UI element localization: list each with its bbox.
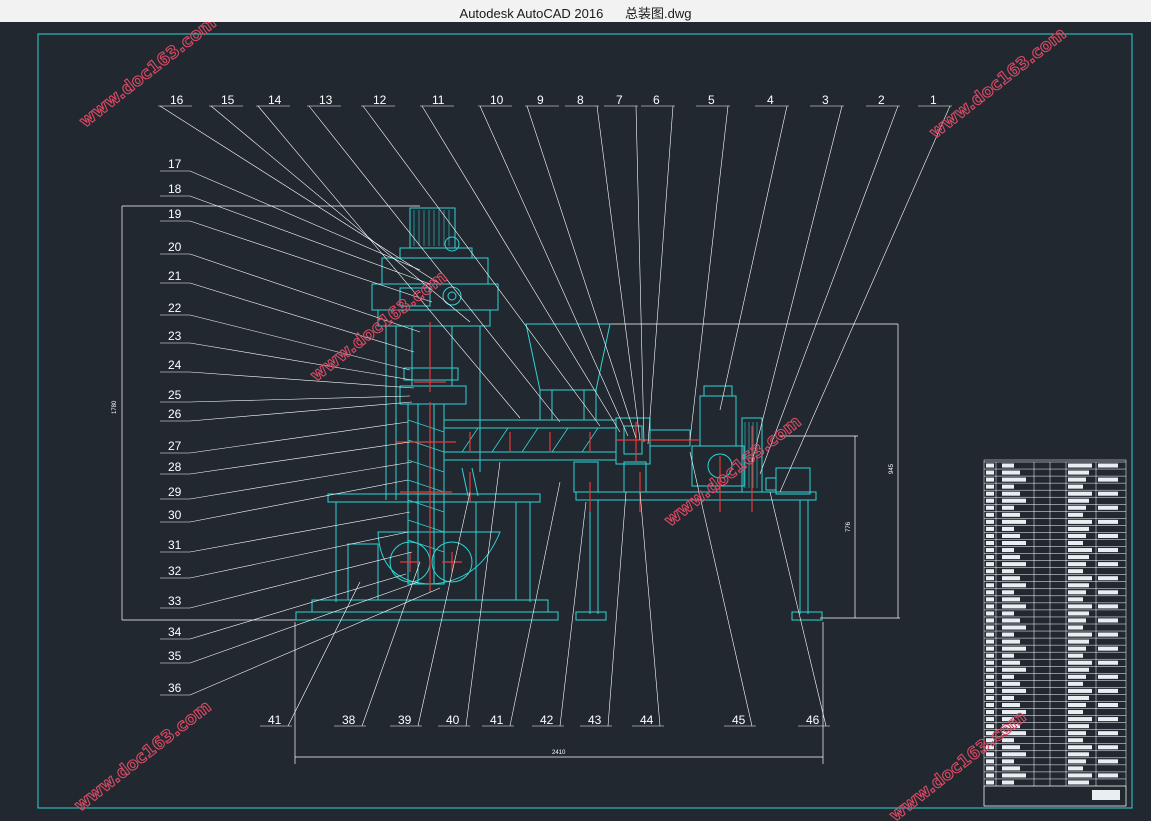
callout-42: 42 — [540, 713, 554, 727]
callout-1: 1 — [930, 93, 937, 107]
callout-36: 36 — [168, 681, 182, 695]
machine-assembly — [295, 207, 823, 621]
watermarks: www.doc163.com www.doc163.com www.doc163… — [70, 22, 1071, 821]
callout-43: 43 — [588, 713, 602, 727]
callout-8: 8 — [577, 93, 584, 107]
outer-border — [37, 33, 1133, 809]
watermark-5: www.doc163.com — [71, 697, 216, 816]
callout-29: 29 — [168, 485, 182, 499]
callout-16: 16 — [170, 93, 184, 107]
callout-33: 33 — [168, 594, 182, 608]
callout-21: 21 — [168, 269, 182, 283]
callout-11: 11 — [432, 93, 445, 107]
callout-44: 44 — [640, 713, 654, 727]
callout-39: 39 — [398, 713, 412, 727]
callout-45: 45 — [732, 713, 746, 727]
callout-34: 34 — [168, 625, 182, 639]
callout-20: 20 — [168, 240, 182, 254]
callout-35: 35 — [168, 649, 182, 663]
callout-27: 27 — [168, 439, 182, 453]
callout-41: 41 — [490, 713, 504, 727]
callout-14: 14 — [268, 93, 282, 107]
parts-list-table — [983, 459, 1127, 807]
callout-24: 24 — [168, 358, 182, 372]
callout-22: 22 — [168, 301, 182, 315]
file-name: 总装图.dwg — [624, 6, 692, 21]
callout-28: 28 — [168, 460, 182, 474]
callout-38: 38 — [342, 713, 356, 727]
callout-10: 10 — [490, 93, 504, 107]
callout-31: 31 — [168, 538, 182, 552]
app-title: Autodesk AutoCAD 2016 — [459, 6, 604, 21]
callout-25: 25 — [168, 388, 182, 402]
dim-overall-width: 2410 — [552, 750, 566, 756]
callout-5: 5 — [708, 93, 715, 107]
callout-19: 19 — [168, 207, 182, 221]
callout-18: 18 — [168, 182, 182, 196]
callout-40: 40 — [446, 713, 460, 727]
callout-23: 23 — [168, 329, 182, 343]
callout-12: 12 — [373, 93, 387, 107]
dim-right-height: 945 — [889, 463, 895, 474]
callout-9: 9 — [537, 93, 544, 107]
callout-2: 2 — [878, 93, 885, 107]
callout-7: 7 — [616, 93, 623, 107]
callout-32: 32 — [168, 564, 182, 578]
watermark-1: www.doc163.com — [76, 22, 221, 132]
dim-base-height: 776 — [846, 521, 852, 532]
callout-46: 46 — [806, 713, 820, 727]
window-title: Autodesk AutoCAD 2016 总装图.dwg — [0, 3, 1151, 22]
callout-4: 4 — [767, 93, 774, 107]
callout-17: 17 — [168, 157, 182, 171]
callout-41: 41 — [268, 713, 282, 727]
drawing-viewport[interactable]: 1780 2410 945 776 16 15 14 13 12 11 10 9… — [0, 22, 1151, 821]
callout-3: 3 — [822, 93, 829, 107]
window-title-bar: Autodesk AutoCAD 2016 总装图.dwg — [0, 0, 1151, 23]
callout-15: 15 — [221, 93, 235, 107]
callout-13: 13 — [319, 93, 333, 107]
callout-26: 26 — [168, 407, 182, 421]
watermark-6: www.doc163.com — [886, 707, 1031, 821]
leader-lines — [158, 105, 952, 727]
watermark-2: www.doc163.com — [926, 24, 1071, 143]
drawing-canvas[interactable]: 1780 2410 945 776 16 15 14 13 12 11 10 9… — [0, 22, 1151, 821]
dim-overall-height: 1780 — [112, 400, 118, 414]
callout-30: 30 — [168, 508, 182, 522]
callout-6: 6 — [653, 93, 660, 107]
